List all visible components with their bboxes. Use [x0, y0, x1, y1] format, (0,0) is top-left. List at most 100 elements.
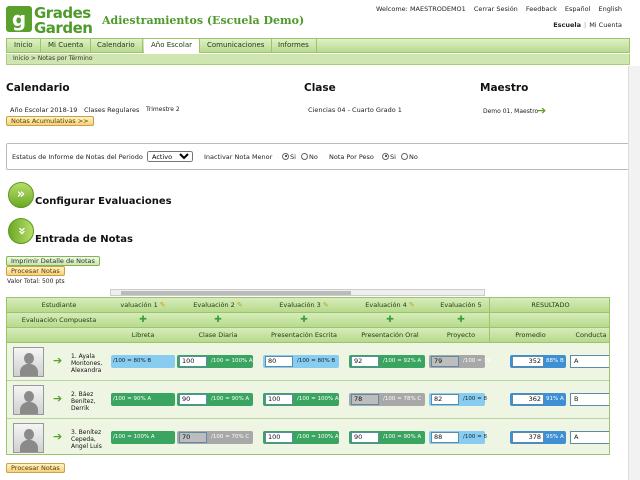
eval-4-header[interactable]: Evaluación 4 ✎ [347, 298, 433, 312]
eval-4-label: Evaluación 4 [365, 301, 407, 309]
edit-pencil-icon[interactable]: ✎ [323, 301, 329, 309]
composite-header: Evaluación Compuesta [21, 316, 97, 324]
scrollbar-thumb[interactable] [121, 291, 351, 295]
grades-garden-logo[interactable]: g Grades Garden [6, 4, 94, 37]
score-cell: 90/100 = 90% A [349, 431, 425, 444]
spanish-link[interactable]: Español [565, 5, 591, 13]
tab-comunicaciones[interactable]: Comunicaciones [200, 39, 273, 52]
student-arrow-icon[interactable]: ➔ [53, 431, 65, 442]
eval-3-header[interactable]: Evaluación 3 ✎ [261, 298, 347, 312]
add-eval-5-icon[interactable]: ✚ [433, 313, 489, 327]
eval-1-header[interactable]: valuación 1 ✎ [111, 298, 175, 312]
eval-3-label: Evaluación 3 [279, 301, 321, 309]
add-eval-4-icon[interactable]: ✚ [347, 313, 433, 327]
score-cell: 92/100 = 92% A [349, 355, 425, 368]
score-input[interactable]: 79 [431, 356, 459, 367]
tab-calendario[interactable]: Calendario [90, 39, 143, 52]
teacher-arrow-icon[interactable]: ➔ [537, 104, 546, 117]
entry-collapse-icon[interactable]: » [8, 218, 34, 244]
average-cell: 352 88% B [510, 355, 566, 368]
inactivate-radios: Si No [279, 152, 318, 161]
process-grades-button-top[interactable]: Procesar Notas [6, 266, 65, 276]
tab-informes[interactable]: Informes [271, 39, 317, 52]
status-select[interactable]: Activo [147, 151, 193, 162]
grid-header-row-1: Estudiante valuación 1 ✎ Evaluación 2 ✎ Ev… [7, 298, 609, 313]
my-account-link[interactable]: Mi Cuenta [589, 21, 622, 29]
accumulative-grades-button[interactable]: Notas Acumulativas >> [6, 116, 94, 126]
eval-5-header[interactable]: Evaluación 5 [433, 298, 489, 312]
score-result: /100 = 70% C [211, 434, 250, 440]
student-arrow-icon[interactable]: ➔ [53, 393, 65, 404]
breadcrumb-sep: > [30, 55, 36, 62]
score-input[interactable]: 80 [265, 356, 293, 367]
breadcrumb: Inicio > Notas por Término [6, 54, 630, 65]
score-cell: 78/100 = 78% C [349, 393, 425, 406]
eval-2-header[interactable]: Evaluación 2 ✎ [175, 298, 261, 312]
score-input[interactable]: 70 [179, 432, 207, 443]
breadcrumb-home[interactable]: Inicio [13, 55, 29, 62]
english-link[interactable]: English [599, 5, 622, 13]
cat-clase-diaria: Clase Diaria [198, 331, 238, 339]
configure-expand-icon[interactable]: » [8, 182, 34, 208]
average-grade: 91% A [546, 396, 564, 402]
top-links: Welcome: MAESTRODEMO1 Cerrar Sesión Feed… [370, 5, 622, 13]
result-subheader [489, 313, 609, 327]
score-input[interactable]: 82 [431, 394, 459, 405]
score-input[interactable]: 90 [351, 432, 379, 443]
score-input[interactable]: 100 [179, 356, 207, 367]
edit-pencil-icon[interactable]: ✎ [237, 301, 243, 309]
score-input[interactable]: 100 [265, 432, 293, 443]
conduct-input[interactable]: A [570, 431, 609, 444]
edit-pencil-icon[interactable]: ✎ [160, 301, 166, 309]
score-input[interactable]: 90 [179, 394, 207, 405]
score-cell: 80/100 = 80% B [263, 355, 339, 368]
score-input[interactable]: 100 [265, 394, 293, 405]
feedback-link[interactable]: Feedback [526, 5, 557, 13]
grid-horizontal-scrollbar[interactable] [110, 289, 485, 296]
grid-header-row-3: Libreta Clase Diaria Presentación Escrit… [7, 328, 609, 343]
breadcrumb-current: Notas por Término [37, 55, 93, 62]
weight-label: Nota Por Peso [329, 153, 374, 161]
conduct-input[interactable]: A [570, 355, 609, 368]
weight-no-radio[interactable] [401, 152, 409, 160]
page-vertical-scrollbar[interactable] [628, 66, 640, 480]
student-arrow-icon[interactable]: ➔ [53, 355, 65, 366]
score-input[interactable]: 78 [351, 394, 379, 405]
score-cell: 100/100 = 100% A [263, 393, 339, 406]
table-row: ➔ 1. Ayala Montones, Alexandra /100 = 80… [7, 343, 609, 381]
print-detail-button[interactable]: Imprimir Detalle de Notas [6, 256, 100, 266]
class-value: Ciencias 04 - Cuarto Grado 1 [308, 106, 402, 114]
student-name-line: Cepeda, [71, 436, 96, 443]
student-name[interactable]: 3. Benítez Cepeda, Angel Luis [71, 429, 113, 450]
add-eval-2-icon[interactable]: ✚ [175, 313, 261, 327]
inactivate-yes-radio[interactable] [282, 152, 289, 160]
score-input[interactable]: 88 [431, 432, 459, 443]
student-name-line: Benítez, [71, 398, 96, 405]
school-link[interactable]: Escuela [553, 21, 581, 29]
student-name-line: 1. Ayala [71, 353, 95, 360]
configure-title[interactable]: Configurar Evaluaciones [35, 196, 172, 207]
add-eval-3-icon[interactable]: ✚ [261, 313, 347, 327]
inactivate-no-radio[interactable] [301, 152, 309, 160]
student-name[interactable]: 1. Ayala Montones, Alexandra [71, 353, 113, 374]
status-bar: Estatus de Informe de Notas del Periodo … [6, 143, 632, 170]
weight-yes-radio[interactable] [382, 152, 389, 160]
average-cell: 362 91% A [510, 393, 566, 406]
process-grades-button-bottom[interactable]: Procesar Notas [6, 463, 65, 473]
inactivate-yes-label: Si [290, 153, 296, 161]
result-header: RESULTADO [489, 298, 609, 312]
score-input[interactable]: 92 [351, 356, 379, 367]
tab-mi-cuenta[interactable]: Mi Cuenta [41, 39, 92, 52]
conduct-input[interactable]: B [570, 393, 609, 406]
score-cell: 90/100 = 90% A [177, 393, 253, 406]
logout-link[interactable]: Cerrar Sesión [474, 5, 518, 13]
entry-title[interactable]: Entrada de Notas [35, 234, 133, 245]
edit-pencil-icon[interactable]: ✎ [409, 301, 415, 309]
calendar-title: Calendario [6, 82, 70, 94]
class-type: Clases Regulares [84, 106, 140, 114]
add-eval-1-icon[interactable]: ✚ [111, 313, 175, 327]
class-title: Clase [304, 82, 336, 94]
tab-ano-escolar[interactable]: Año Escolar [144, 39, 201, 53]
tab-inicio[interactable]: Inicio [7, 39, 41, 52]
student-name[interactable]: 2. Báez Benítez, Derrik [71, 391, 113, 412]
